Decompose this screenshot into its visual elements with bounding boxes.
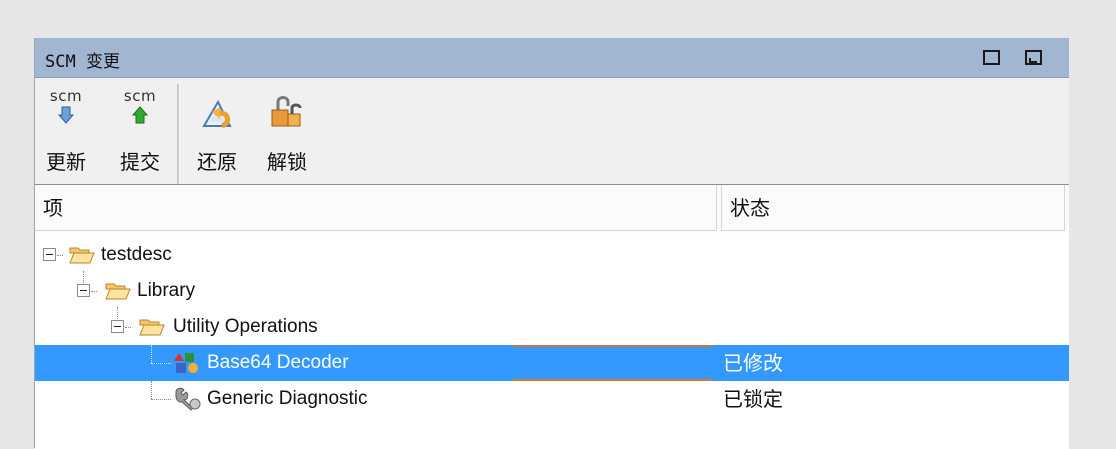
toolbar: scm 更新 scm 提交 还原 解锁 bbox=[35, 78, 1069, 182]
revert-label: 还原 bbox=[197, 150, 237, 174]
scm-changes-panel: SCM 变更 scm 更新 scm 提交 还原 解锁 项 状态 testdesc… bbox=[34, 38, 1069, 449]
collapse-icon[interactable] bbox=[43, 248, 56, 261]
tree-node-label: Utility Operations bbox=[173, 316, 318, 337]
wrench-icon bbox=[175, 387, 201, 411]
row-status: 已锁定 bbox=[723, 387, 783, 411]
commit-label: 提交 bbox=[120, 150, 160, 174]
tree-connector bbox=[91, 291, 97, 292]
table-header: 项 状态 bbox=[35, 185, 1069, 233]
tree-row-testdesc[interactable]: testdesc bbox=[35, 237, 1069, 273]
update-button[interactable]: scm 更新 bbox=[37, 78, 95, 182]
column-header-item[interactable]: 项 bbox=[35, 185, 717, 231]
tree-connector bbox=[151, 399, 171, 400]
unlock-button[interactable]: 解锁 bbox=[259, 78, 315, 182]
collapse-icon[interactable] bbox=[77, 284, 90, 297]
tree-connector bbox=[151, 363, 171, 364]
selection-accent-line bbox=[513, 345, 713, 347]
panel-title: SCM 变更 bbox=[45, 52, 120, 72]
collapse-icon[interactable] bbox=[111, 320, 124, 333]
commit-button[interactable]: scm 提交 bbox=[107, 78, 173, 182]
column-header-status[interactable]: 状态 bbox=[721, 185, 1065, 231]
tree-row-base64-decoder[interactable]: Base64 Decoder 已修改 bbox=[35, 345, 1069, 381]
commit-scm-caption: scm bbox=[123, 87, 157, 105]
tree-connector bbox=[117, 307, 118, 319]
tree-row-library[interactable]: Library bbox=[35, 271, 1069, 309]
tree-connector bbox=[151, 381, 152, 399]
restore-icon[interactable] bbox=[1025, 50, 1042, 65]
component-icon bbox=[174, 353, 198, 373]
changes-table: 项 状态 testdesc Library Utility Operations… bbox=[35, 184, 1069, 449]
unlock-icon bbox=[271, 96, 302, 127]
update-scm-caption: scm bbox=[49, 87, 83, 105]
row-status: 已修改 bbox=[723, 351, 783, 375]
revert-button[interactable]: 还原 bbox=[189, 78, 245, 182]
maximize-icon[interactable] bbox=[983, 50, 1000, 65]
toolbar-separator bbox=[177, 84, 180, 184]
tree-row-generic-diagnostic[interactable]: Generic Diagnostic 已锁定 bbox=[35, 381, 1069, 417]
folder-open-icon bbox=[69, 247, 95, 264]
tree-connector bbox=[57, 255, 63, 256]
tree-node-label: Generic Diagnostic bbox=[207, 388, 368, 409]
folder-open-icon bbox=[105, 283, 131, 300]
tree-node-label: Base64 Decoder bbox=[207, 352, 349, 373]
scm-up-arrow-icon bbox=[132, 106, 148, 124]
tree-connector bbox=[151, 345, 152, 363]
update-label: 更新 bbox=[46, 150, 86, 174]
tree-row-utility-operations[interactable]: Utility Operations bbox=[35, 307, 1069, 345]
panel-title-bar[interactable]: SCM 变更 bbox=[35, 38, 1069, 78]
scm-down-arrow-icon bbox=[58, 106, 74, 124]
tree-node-label: testdesc bbox=[101, 244, 172, 265]
tree-node-label: Library bbox=[137, 280, 196, 301]
folder-open-icon bbox=[139, 319, 165, 336]
tree-connector bbox=[83, 271, 84, 283]
revert-icon bbox=[202, 99, 232, 129]
tree-connector bbox=[125, 327, 131, 328]
unlock-label: 解锁 bbox=[267, 150, 307, 174]
